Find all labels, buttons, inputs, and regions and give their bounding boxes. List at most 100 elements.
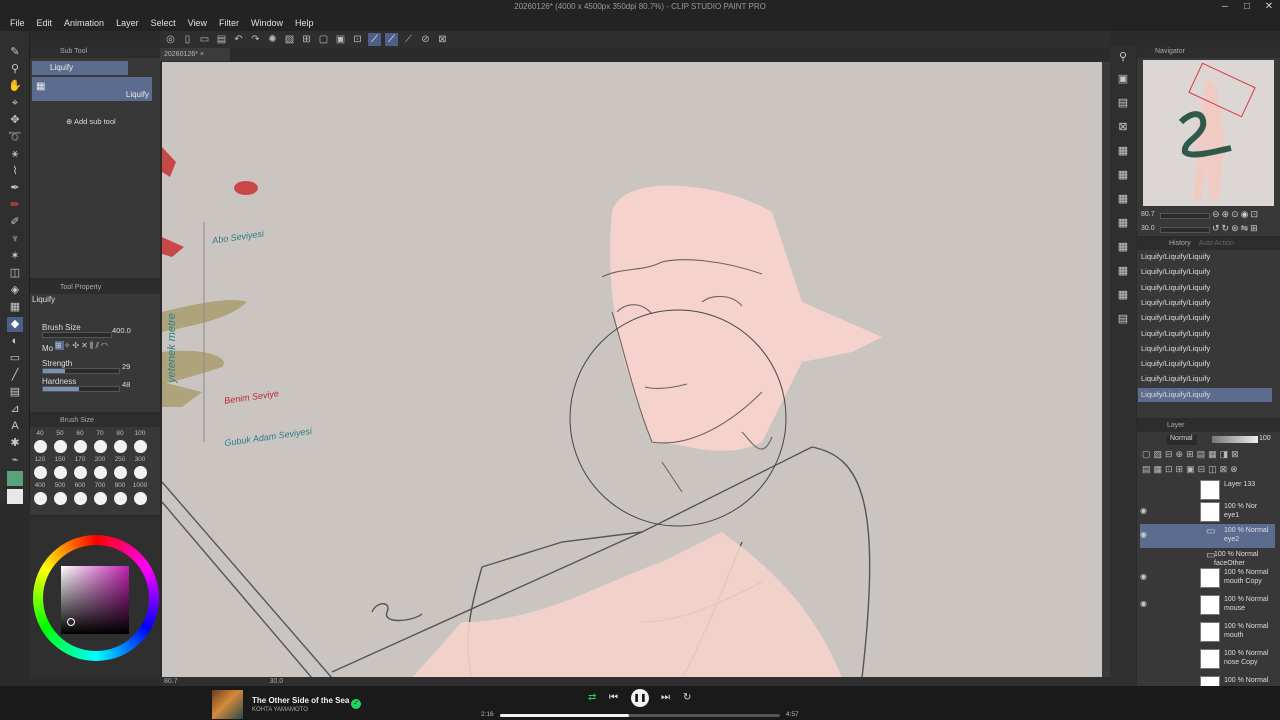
layer-property-icon[interactable]: ▤: [1115, 96, 1131, 111]
layer-toolbar-icons-2[interactable]: ▤▦⊡⊞▣⊟◫⊠⊗: [1142, 464, 1241, 475]
liked-check-icon[interactable]: ✓: [351, 699, 361, 709]
navigator-rotate-buttons[interactable]: ↺↻⊛⇋⊞: [1212, 223, 1260, 234]
brush-size-preset[interactable]: [74, 466, 87, 479]
delete-icon[interactable]: ⊠: [1115, 120, 1131, 135]
brush-size-preset[interactable]: [74, 440, 87, 453]
navigator-angle[interactable]: 30.0: [1141, 225, 1155, 232]
brush-size-preset[interactable]: [94, 466, 107, 479]
document-tab[interactable]: 20260126* ×: [160, 48, 230, 61]
brush-size-preset[interactable]: [34, 492, 47, 505]
navigator-zoom[interactable]: 80.7: [1141, 211, 1155, 218]
color-picker-cursor[interactable]: [67, 618, 75, 626]
opacity-value[interactable]: 100: [1259, 435, 1271, 442]
wand-tool-icon[interactable]: ⚹: [7, 147, 23, 162]
pen-tool-icon[interactable]: ✎: [7, 45, 23, 60]
brush-icon[interactable]: ✐: [7, 215, 23, 230]
visibility-eye-icon[interactable]: ◉: [1140, 572, 1147, 581]
invert-icon[interactable]: ▣: [334, 33, 347, 46]
airbrush-icon[interactable]: ♆: [7, 232, 23, 247]
material-icon[interactable]: ▣: [1115, 72, 1131, 87]
menu-filter[interactable]: Filter: [219, 18, 239, 28]
ruler-icon[interactable]: ⊿: [7, 402, 23, 417]
correct-line-icon[interactable]: ⌁: [7, 453, 23, 468]
main-color-swatch[interactable]: [7, 471, 23, 486]
maximize-button[interactable]: □: [1236, 0, 1258, 14]
menu-select[interactable]: Select: [151, 18, 176, 28]
zoom-tool-icon[interactable]: ⚲: [7, 62, 23, 77]
history-item[interactable]: Liquify/Liquify/Liquify: [1138, 372, 1272, 386]
eraser-icon[interactable]: ◫: [7, 266, 23, 281]
eyedrop-tool-icon[interactable]: ⌇: [7, 164, 23, 179]
brush-size-preset[interactable]: [34, 466, 47, 479]
repeat-icon[interactable]: ↻: [683, 692, 691, 703]
history-item[interactable]: Liquify/Liquify/Liquify: [1138, 311, 1272, 325]
history-item[interactable]: Liquify/Liquify/Liquify: [1138, 281, 1272, 295]
clear-icon[interactable]: ▧: [283, 33, 296, 46]
clip-icon[interactable]: ⊠: [436, 33, 449, 46]
frame-icon[interactable]: ▤: [7, 385, 23, 400]
song-artist[interactable]: KOHTA YAMAMOTO: [252, 707, 308, 713]
minimize-button[interactable]: –: [1214, 0, 1236, 14]
pencil-icon[interactable]: ✏: [7, 198, 23, 213]
undo-icon[interactable]: ↶: [232, 33, 245, 46]
save-icon[interactable]: ▤: [215, 33, 228, 46]
panel7-icon[interactable]: ▦: [1115, 288, 1131, 303]
clip-studio-icon[interactable]: ◎: [164, 33, 177, 46]
brush-size-preset[interactable]: [114, 466, 127, 479]
hardness-slider[interactable]: [42, 386, 120, 392]
strength-value[interactable]: 29: [122, 362, 130, 371]
brush-size-slider[interactable]: [42, 332, 112, 338]
liquify-mode-buttons[interactable]: ⊞✧✣✕⫼⫽◠: [55, 341, 143, 353]
snap-special-ruler-icon[interactable]: ⟋: [385, 33, 398, 46]
history-item[interactable]: Liquify/Liquify/Liquify: [1138, 296, 1272, 310]
navigator-zoom-slider[interactable]: [1160, 213, 1210, 219]
history-item[interactable]: Liquify/Liquify/Liquify: [1138, 342, 1272, 356]
menu-edit[interactable]: Edit: [37, 18, 53, 28]
navigator-zoom-buttons[interactable]: ⊖⊕⊙◉⊡: [1212, 209, 1260, 220]
crop-icon[interactable]: ⊡: [351, 33, 364, 46]
transform-icon[interactable]: ⊞: [300, 33, 313, 46]
close-button[interactable]: ✕: [1258, 0, 1280, 14]
opacity-slider[interactable]: [1212, 436, 1258, 443]
panel4-icon[interactable]: ▦: [1115, 216, 1131, 231]
blend-mode-select[interactable]: Normal: [1167, 435, 1197, 445]
gradient-icon[interactable]: ◐: [7, 334, 23, 349]
menu-file[interactable]: File: [10, 18, 25, 28]
panel8-icon[interactable]: ▤: [1115, 312, 1131, 327]
layer-toolbar-icons[interactable]: ▢▧⊟⊕⊞▤▦◨⊠: [1142, 449, 1242, 460]
menu-layer[interactable]: Layer: [116, 18, 139, 28]
history-item[interactable]: Liquify/Liquify/Liquify: [1138, 387, 1272, 402]
next-icon[interactable]: ⏭: [661, 692, 670, 703]
brush-size-preset[interactable]: [134, 466, 147, 479]
auto-action-tab[interactable]: Auto Action: [1199, 240, 1234, 247]
add-sub-tool-button[interactable]: ⊕ Add sub tool: [66, 117, 116, 126]
deselect-icon[interactable]: ▢: [317, 33, 330, 46]
decoration-icon[interactable]: ✶: [7, 249, 23, 264]
liquify-tool-icon[interactable]: ◆: [7, 317, 23, 332]
panel2-icon[interactable]: ▦: [1115, 168, 1131, 183]
status-angle[interactable]: 30.0: [270, 678, 284, 685]
redo-icon[interactable]: ↷: [249, 33, 262, 46]
new-icon[interactable]: ▯: [181, 33, 194, 46]
panel6-icon[interactable]: ▦: [1115, 264, 1131, 279]
hardness-value[interactable]: 48: [122, 380, 130, 389]
hand-tool-icon[interactable]: ✋: [7, 79, 23, 94]
settings-icon[interactable]: ⊘: [419, 33, 432, 46]
menu-help[interactable]: Help: [295, 18, 314, 28]
line-icon[interactable]: ╱: [7, 368, 23, 383]
history-item[interactable]: Liquify/Liquify/Liquify: [1138, 250, 1272, 264]
visibility-eye-icon[interactable]: ◉: [1140, 530, 1147, 539]
search-icon[interactable]: ⚲: [1115, 50, 1131, 65]
brush-size-preset[interactable]: [34, 440, 47, 453]
panel5-icon[interactable]: ▦: [1115, 240, 1131, 255]
sub-tool-group-liquify[interactable]: Liquify: [32, 61, 128, 75]
open-icon[interactable]: ▭: [198, 33, 211, 46]
brush-size-preset[interactable]: [54, 492, 67, 505]
song-title[interactable]: The Other Side of the Sea: [252, 696, 349, 705]
navigator-thumbnail[interactable]: [1143, 60, 1274, 206]
brush-size-preset[interactable]: [74, 492, 87, 505]
sub-tool-item-liquify[interactable]: ▦ Liquify: [32, 77, 152, 101]
figure-icon[interactable]: ▭: [7, 351, 23, 366]
snap-ruler-icon[interactable]: ⟋: [368, 33, 381, 46]
loading-icon[interactable]: ✺: [266, 33, 279, 46]
